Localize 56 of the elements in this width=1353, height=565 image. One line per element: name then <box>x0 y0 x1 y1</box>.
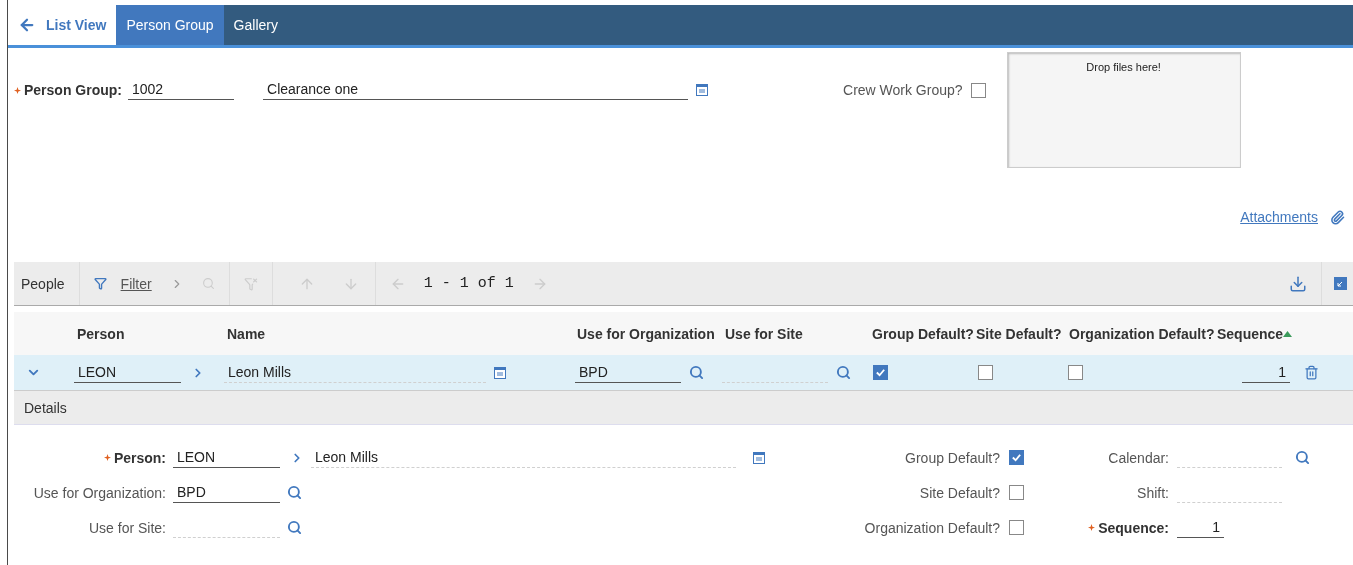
section-title: Details <box>24 399 67 416</box>
name-field: Leon Mills <box>224 362 486 383</box>
search-icon[interactable] <box>1295 450 1310 465</box>
download-icon[interactable] <box>1289 274 1307 293</box>
field-label: Shift: <box>1137 484 1169 501</box>
field-label: Person Group: <box>24 82 122 98</box>
search-icon[interactable] <box>287 485 302 500</box>
field-label: Calendar: <box>1108 449 1169 466</box>
detail-icon[interactable] <box>494 366 506 379</box>
column-header[interactable]: Use for Organization <box>570 325 718 342</box>
tab[interactable]: Person Group <box>116 5 224 45</box>
name-field: Leon Mills <box>311 447 736 468</box>
table-title: People <box>21 275 65 292</box>
column-header[interactable]: Name <box>220 325 570 342</box>
search-icon[interactable] <box>287 520 302 535</box>
paperclip-icon[interactable] <box>1330 209 1345 225</box>
crew-work-group-checkbox[interactable] <box>970 82 986 98</box>
checkbox[interactable] <box>1009 485 1024 500</box>
field-label: Organization Default? <box>864 519 1000 536</box>
checkbox[interactable] <box>978 365 993 380</box>
field-label: Group Default? <box>905 449 1000 466</box>
description-field[interactable]: Clearance one <box>263 80 688 100</box>
field-label: Use for Organization: <box>33 484 166 501</box>
field-label: Person: <box>113 449 166 466</box>
checkbox[interactable] <box>1068 365 1083 380</box>
back-tab[interactable]: List View <box>8 5 117 45</box>
field-label: Crew Work Group? <box>843 82 963 98</box>
pagination-text: 1 - 1 of 1 <box>423 275 514 292</box>
organization-field[interactable]: BPD <box>575 362 681 383</box>
person-field[interactable]: LEON <box>74 362 181 383</box>
person-field[interactable]: LEON <box>173 447 280 468</box>
field-label: Sequence: <box>1098 519 1169 536</box>
checkbox[interactable] <box>873 365 888 380</box>
search-icon[interactable] <box>689 365 704 380</box>
filter-link[interactable]: Filter <box>120 275 152 292</box>
expand-icon[interactable] <box>1334 277 1347 290</box>
check-icon <box>1011 452 1022 463</box>
field-label: Use for Site: <box>88 519 166 536</box>
column-header[interactable]: Person <box>70 325 220 342</box>
lookup-field[interactable]: BPD <box>173 482 280 503</box>
search-icon[interactable] <box>836 365 851 380</box>
checkbox[interactable] <box>1009 450 1024 465</box>
column-header[interactable]: Use for Site <box>718 325 865 342</box>
sequence-field[interactable]: 1 <box>1177 517 1224 538</box>
check-icon <box>875 367 886 378</box>
detail-icon[interactable] <box>753 451 765 464</box>
sequence-field[interactable]: 1 <box>1242 362 1290 383</box>
checkbox[interactable] <box>1009 520 1024 535</box>
trash-icon[interactable] <box>1304 365 1319 380</box>
detail-icon[interactable] <box>696 84 708 96</box>
attachments-link[interactable]: Attachments <box>1240 209 1318 225</box>
field-label: Site Default? <box>919 484 1000 501</box>
tab[interactable]: Gallery <box>223 5 288 45</box>
filter-icon[interactable] <box>93 277 107 290</box>
drop-zone[interactable]: Drop files here! <box>1006 52 1241 168</box>
person-group-field[interactable]: 1002 <box>128 80 234 100</box>
